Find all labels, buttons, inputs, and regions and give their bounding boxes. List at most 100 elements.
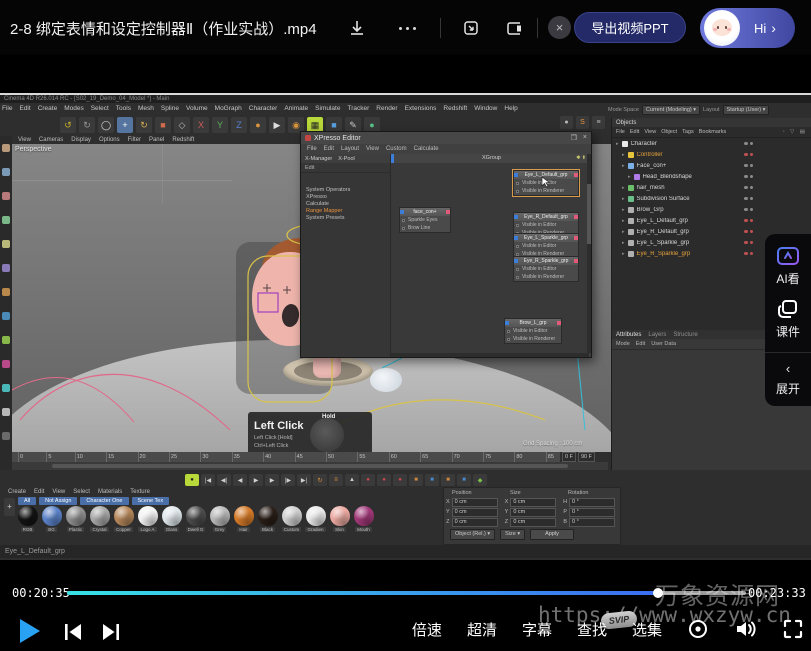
viewport-menu-item[interactable]: Redshift	[172, 137, 194, 143]
attributes-menu-item[interactable]: User Data	[651, 341, 676, 347]
goto-start-button[interactable]: |◀	[201, 474, 215, 486]
coordinate-input[interactable]: 0 cm	[452, 498, 498, 507]
material-layer-tab[interactable]: Not Assign	[39, 497, 77, 505]
visibility-toggles[interactable]	[744, 186, 753, 190]
end-frame-field[interactable]: 90 F	[578, 452, 595, 462]
quality-button[interactable]: 超清	[467, 619, 497, 640]
timeline-scrollbar[interactable]	[12, 462, 608, 470]
material-menu-item[interactable]: Create	[8, 489, 26, 495]
xpresso-tree-item[interactable]: Range Mapper	[306, 208, 390, 215]
object-manager-menu-item[interactable]: Edit	[630, 129, 639, 135]
xpresso-titlebar[interactable]: XPresso Editor ❒ ×	[301, 132, 591, 144]
xpresso-node[interactable]: Brow_L_grp Visible in Editor Visible in …	[504, 318, 562, 344]
sound-toggle-button[interactable]: ≡	[329, 474, 343, 486]
material-swatch[interactable]: Gradien	[305, 506, 326, 532]
xpresso-menu-item[interactable]: File	[307, 146, 317, 152]
previous-episode-icon[interactable]	[62, 621, 84, 643]
render-view-icon[interactable]: ▶	[269, 117, 285, 133]
key-position-toggle[interactable]: ■	[409, 474, 423, 486]
visibility-toggles[interactable]	[744, 219, 753, 223]
xpresso-tree-item[interactable]: Calculate	[306, 201, 390, 208]
mode-space-dropdown[interactable]: Current (Modeling) ▾	[642, 105, 700, 115]
next-key-button[interactable]: |▶	[281, 474, 295, 486]
viewport-menu-item[interactable]: Cameras	[39, 137, 63, 143]
next-episode-icon[interactable]	[100, 621, 122, 643]
capture-icon[interactable]: ●	[560, 116, 573, 129]
menu-item[interactable]: Spline	[161, 105, 179, 112]
palette-icon[interactable]	[2, 264, 10, 272]
menu-item[interactable]: File	[2, 105, 12, 112]
menu-item[interactable]: Help	[504, 105, 517, 112]
scale-tool-icon[interactable]: ■	[155, 117, 171, 133]
coordinate-input[interactable]: 0 cm	[510, 498, 556, 507]
palette-icon[interactable]	[2, 384, 10, 392]
viewport-menu-item[interactable]: Options	[99, 137, 120, 143]
attributes-menu-item[interactable]: Mode	[616, 341, 630, 347]
visibility-toggles[interactable]	[744, 142, 753, 146]
palette-icon[interactable]	[2, 432, 10, 440]
menu-item[interactable]: Window	[474, 105, 497, 112]
timeline-ruler[interactable]: 0510152025303540455055606570758085	[12, 452, 560, 462]
visibility-toggles[interactable]	[744, 208, 753, 212]
coord-globe-icon[interactable]: ●	[250, 117, 266, 133]
object-tree-item[interactable]: Eye_L_Default_grp	[612, 215, 811, 226]
visibility-toggles[interactable]	[744, 241, 753, 245]
fullscreen-icon[interactable]	[783, 619, 803, 639]
viewport-menu-item[interactable]: Display	[71, 137, 91, 143]
xpresso-menu-item[interactable]: Custom	[386, 146, 407, 152]
object-tree-item[interactable]: Head_Blendshape	[612, 171, 811, 182]
loop-button[interactable]: ↻	[313, 474, 327, 486]
xpresso-node[interactable]: Eye_R_Sparkle_grp Visible in Editor Visi…	[513, 256, 579, 282]
autokey-button[interactable]: ●	[185, 474, 199, 486]
episodes-button[interactable]: 选集	[632, 619, 662, 640]
current-frame-field[interactable]: 0 F	[562, 452, 576, 462]
xpresso-menu-item[interactable]: View	[366, 146, 379, 152]
menu-item[interactable]: Render	[376, 105, 397, 112]
xpresso-node[interactable]: face_con+ Sparkle Eyes Brow Line	[399, 207, 451, 233]
object-manager-menu-item[interactable]: Bookmarks	[699, 129, 727, 135]
camera-label[interactable]: Perspective	[15, 146, 52, 153]
search-filter-icons[interactable]: ◦ ▽ ▤	[783, 129, 807, 135]
object-tree-item[interactable]: Controller	[612, 149, 811, 160]
xpresso-tree-item[interactable]: XPresso	[306, 194, 390, 201]
goto-end-button[interactable]: ▶|	[297, 474, 311, 486]
size-mode-dropdown[interactable]: Size ▾	[500, 529, 525, 540]
move-tool-icon[interactable]: +	[117, 117, 133, 133]
find-button[interactable]: 查找	[577, 619, 607, 640]
substance-icon[interactable]: S	[576, 116, 589, 129]
selection-button[interactable]: ▲	[345, 474, 359, 486]
object-manager-menu-item[interactable]: File	[616, 129, 625, 135]
material-menu-item[interactable]: Texture	[130, 489, 150, 495]
apply-button[interactable]: Apply	[530, 529, 574, 540]
material-layer-tab[interactable]: Scene Tex	[132, 497, 170, 505]
axis-y-lock-icon[interactable]: Y	[212, 117, 228, 133]
palette-icon[interactable]	[2, 408, 10, 416]
material-swatch[interactable]: Dwell G	[185, 506, 206, 532]
viewport-menu-item[interactable]: Filter	[128, 137, 141, 143]
key-param-toggle[interactable]: ■	[457, 474, 471, 486]
add-material-button[interactable]: +	[4, 498, 15, 516]
menu-item[interactable]: Simulate	[315, 105, 340, 112]
coordinate-input[interactable]: 0 cm	[452, 518, 498, 527]
export-ppt-button[interactable]: 导出视频PPT	[574, 12, 686, 43]
material-swatch[interactable]: RGB	[17, 506, 38, 532]
close-icon[interactable]: ×	[548, 16, 571, 39]
object-tree-item[interactable]: Brow_Grp	[612, 204, 811, 215]
palette-icon[interactable]	[2, 336, 10, 344]
menu-item[interactable]: Tracker	[347, 105, 369, 112]
material-swatch[interactable]: BG	[41, 506, 62, 532]
material-menu-item[interactable]: View	[52, 489, 65, 495]
notes-icon[interactable]: ≡	[592, 116, 605, 129]
coordinate-input[interactable]: 0 cm	[510, 508, 556, 517]
axis-x-lock-icon[interactable]: X	[193, 117, 209, 133]
menu-item[interactable]: Mesh	[138, 105, 154, 112]
next-frame-button[interactable]: ▶	[265, 474, 279, 486]
material-menu-item[interactable]: Edit	[34, 489, 44, 495]
magnet-button[interactable]: ◆	[473, 474, 487, 486]
xgroup-header[interactable]: XGroup	[391, 154, 589, 163]
xpresso-tree-item[interactable]: System Operators	[306, 187, 390, 194]
target-icon[interactable]	[687, 618, 709, 640]
visibility-toggles[interactable]	[744, 164, 753, 168]
menu-item[interactable]: Select	[91, 105, 109, 112]
material-swatch[interactable]: Mouth	[353, 506, 374, 532]
